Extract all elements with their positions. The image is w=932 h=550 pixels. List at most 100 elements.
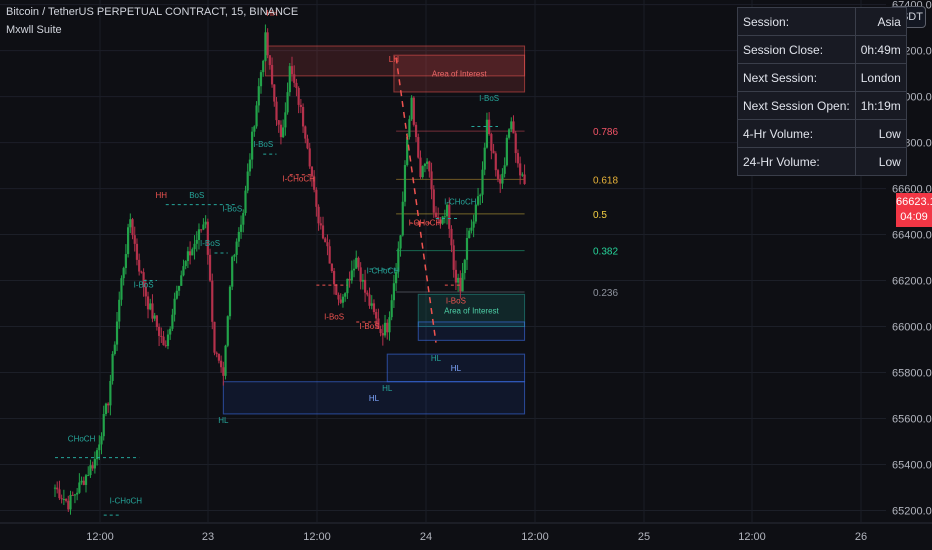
candle-body xyxy=(246,171,249,191)
last-price-value: 66623.1 xyxy=(896,196,932,208)
candle-body xyxy=(403,165,407,202)
session-row: 24-Hr Volume: Low xyxy=(737,147,907,176)
candle-body xyxy=(370,303,373,306)
candle-body xyxy=(324,238,327,243)
time-tick-label: 25 xyxy=(638,531,650,543)
candle-body xyxy=(483,147,486,170)
candle-body xyxy=(60,498,63,500)
zone-label: HL xyxy=(369,394,380,403)
trend-line xyxy=(395,57,437,343)
candle-body xyxy=(220,360,223,368)
candle-body xyxy=(426,161,429,164)
candle-body xyxy=(390,300,393,318)
structure-label: HL xyxy=(382,384,393,393)
price-tick-label: 65200.0 xyxy=(892,506,932,518)
candle-body xyxy=(499,178,502,184)
candle-body xyxy=(339,299,342,303)
session-row: Next Session: London xyxy=(737,63,907,92)
candle-body xyxy=(465,237,469,260)
candle-body xyxy=(468,230,471,238)
candle-body xyxy=(492,150,495,154)
candle-body xyxy=(357,257,360,268)
candle-body xyxy=(138,259,141,272)
candle-body xyxy=(164,345,167,347)
time-tick-label: 26 xyxy=(855,531,867,543)
candle-body xyxy=(131,219,134,236)
candle-body xyxy=(244,190,247,214)
structure-label: I-BoS xyxy=(200,239,220,248)
candle-body xyxy=(288,66,291,93)
candle-body xyxy=(82,480,85,485)
session-row-label: Next Session Open: xyxy=(737,91,856,120)
structure-label: I-BoS xyxy=(360,322,380,331)
structure-label: HH xyxy=(156,191,168,200)
candle-body xyxy=(523,174,526,184)
structure-label: LH xyxy=(389,55,399,64)
candle-body xyxy=(270,64,274,85)
session-row-value: Low xyxy=(854,119,907,148)
candle-body xyxy=(177,285,181,291)
candle-body xyxy=(364,279,367,293)
indicator-name[interactable]: Mxwll Suite xyxy=(6,24,62,36)
candle-body xyxy=(189,251,192,256)
candle-body xyxy=(315,189,318,207)
structure-label: HL xyxy=(431,354,442,363)
candle-body xyxy=(195,239,198,244)
candle-body xyxy=(463,259,466,274)
candle-body xyxy=(408,119,411,137)
candle-body xyxy=(410,97,413,120)
candle-body xyxy=(406,136,409,166)
candle-body xyxy=(173,298,176,315)
candle-body xyxy=(317,206,320,224)
fib-level-label: 0.618 xyxy=(593,175,618,186)
candle-body xyxy=(494,153,497,171)
structure-label: I-BoS xyxy=(446,297,466,306)
candle-body xyxy=(301,106,305,127)
candle-body xyxy=(182,266,185,276)
candle-body xyxy=(308,148,311,167)
structure-label: I-BoS xyxy=(222,205,242,214)
candle-body xyxy=(255,105,258,127)
candle-body xyxy=(120,278,123,300)
candle-body xyxy=(290,66,294,75)
candle-body xyxy=(122,268,125,279)
candle-body xyxy=(350,270,353,281)
candle-body xyxy=(454,269,458,283)
candle-body xyxy=(104,403,108,414)
candle-body xyxy=(295,82,298,89)
candle-body xyxy=(180,275,183,286)
candle-body xyxy=(341,296,345,303)
candle-body xyxy=(496,170,500,179)
bar-countdown: 04:09 xyxy=(900,211,928,223)
candle-body xyxy=(430,171,433,190)
chart-stage[interactable]: Area of Interest Area of Interest HL HL 0.7… xyxy=(0,0,932,550)
fib-level-label: 0.236 xyxy=(593,288,618,299)
session-row: Session: Asia xyxy=(737,7,907,36)
candle-body xyxy=(93,459,96,469)
candle-body xyxy=(166,334,170,346)
candle-body xyxy=(381,333,384,336)
candle-body xyxy=(457,277,460,283)
session-table: Session: Asia Session Close: 0h:49m Next Ses… xyxy=(737,7,907,176)
candle-body xyxy=(184,261,187,267)
chart-title: Bitcoin / TetherUS PERPETUAL CONTRACT, 1… xyxy=(6,6,299,18)
last-price-badge: 66623.1 04:09 xyxy=(896,193,932,227)
zone-label: Area of Interest xyxy=(432,70,487,79)
candle-body xyxy=(268,55,271,65)
session-row-label: 24-Hr Volume: xyxy=(737,147,856,176)
time-tick-label: 23 xyxy=(202,531,214,543)
candle-body xyxy=(282,127,285,138)
candle-body xyxy=(501,173,504,184)
structure-label: I-CHoCH xyxy=(110,497,143,506)
candle-body xyxy=(200,229,203,231)
candle-body xyxy=(193,243,196,250)
session-row-value: 0h:49m xyxy=(854,35,907,64)
candle-body xyxy=(299,104,302,107)
candle-body xyxy=(118,299,121,322)
candle-body xyxy=(428,161,431,172)
candle-body xyxy=(129,219,132,228)
structure-label: I-CHoCH xyxy=(409,218,442,227)
candle-body xyxy=(215,352,218,354)
candle-body xyxy=(383,322,387,336)
structure-label: I-BoS xyxy=(134,280,154,289)
